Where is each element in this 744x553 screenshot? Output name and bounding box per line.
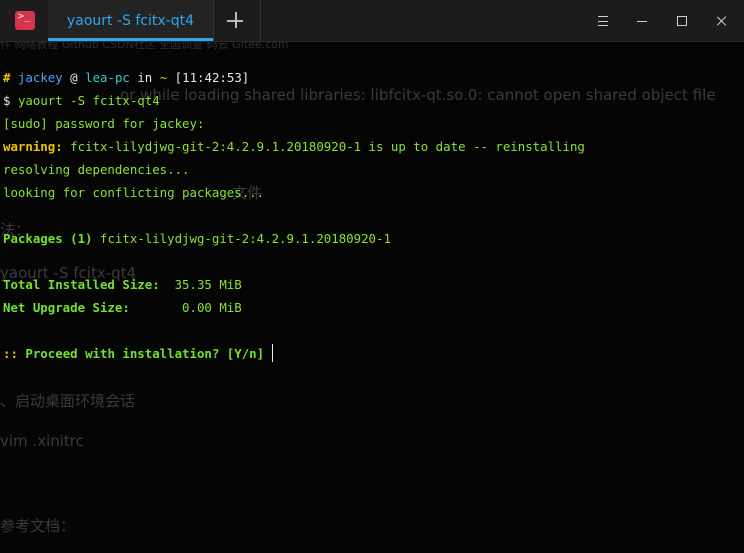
resolving-line: resolving dependencies... bbox=[3, 162, 190, 177]
background-snippet: vim .xinitrc bbox=[0, 432, 84, 450]
text-cursor[interactable] bbox=[272, 344, 274, 362]
prompt-hash: # bbox=[3, 70, 11, 85]
packages-label: Packages (1) bbox=[3, 231, 93, 246]
net-upgrade-label: Net Upgrade Size: bbox=[3, 300, 130, 315]
tab-divider bbox=[213, 0, 214, 41]
background-snippet: 、启动桌面环境会话 bbox=[0, 392, 136, 410]
tab-divider bbox=[260, 0, 261, 41]
total-installed-value: 35.35 MiB bbox=[174, 277, 242, 292]
warning-line: warning: fcitx-lilydjwg-git-2:4.2.9.1.20… bbox=[3, 135, 741, 158]
active-tab-indicator bbox=[48, 38, 213, 41]
title-bar: >_ yaourt -S fcitx-qt4 bbox=[0, 0, 744, 42]
prompt-host: lea-pc bbox=[85, 70, 130, 85]
prompt-dir: ~ bbox=[159, 70, 168, 85]
total-installed-label: Total Installed Size: bbox=[3, 277, 160, 292]
new-tab-plus-icon[interactable] bbox=[224, 9, 248, 33]
total-installed-line: Total Installed Size: 35.35 MiB bbox=[3, 273, 741, 296]
prompt-in: in bbox=[137, 70, 153, 85]
net-upgrade-value: 0.00 MiB bbox=[182, 300, 242, 315]
prompt-line: # jackey @ lea-pc in ~ [11:42:53] bbox=[3, 66, 741, 89]
prompt-time: [11:42:53] bbox=[174, 70, 250, 85]
command-symbol: $ bbox=[3, 93, 11, 108]
minimize-icon[interactable] bbox=[633, 11, 653, 31]
proceed-line: :: Proceed with installation? [Y/n] bbox=[3, 342, 741, 365]
warning-label: warning: bbox=[3, 139, 63, 154]
prompt-at: @ bbox=[70, 70, 78, 85]
terminal-icon[interactable]: >_ bbox=[15, 11, 35, 30]
warning-text: fcitx-lilydjwg-git-2:4.2.9.1.20180920-1 … bbox=[70, 139, 585, 154]
close-icon[interactable] bbox=[712, 11, 732, 31]
command-line: $ yaourt -S fcitx-qt4 bbox=[3, 89, 741, 112]
net-upgrade-line: Net Upgrade Size: 0.00 MiB bbox=[3, 296, 741, 319]
tab-terminal[interactable]: yaourt -S fcitx-qt4 bbox=[48, 0, 213, 41]
command-text: yaourt -S fcitx-qt4 bbox=[17, 93, 160, 108]
terminal-output[interactable]: # jackey @ lea-pc in ~ [11:42:53] $ yaou… bbox=[3, 66, 741, 365]
maximize-icon[interactable] bbox=[672, 11, 692, 31]
prompt-user: jackey bbox=[17, 70, 63, 85]
menu-icon[interactable] bbox=[593, 11, 613, 31]
proceed-marker: :: bbox=[3, 346, 18, 361]
packages-value: fcitx-lilydjwg-git-2:4.2.9.1.20180920-1 bbox=[100, 231, 391, 246]
sudo-prompt: [sudo] password for jackey: bbox=[3, 116, 205, 131]
packages-line: Packages (1) fcitx-lilydjwg-git-2:4.2.9.… bbox=[3, 227, 741, 250]
proceed-text: Proceed with installation? [Y/n] bbox=[25, 346, 265, 361]
conflicts-line: looking for conflicting packages... bbox=[3, 185, 265, 200]
background-snippet: 参考文档： bbox=[0, 517, 76, 535]
